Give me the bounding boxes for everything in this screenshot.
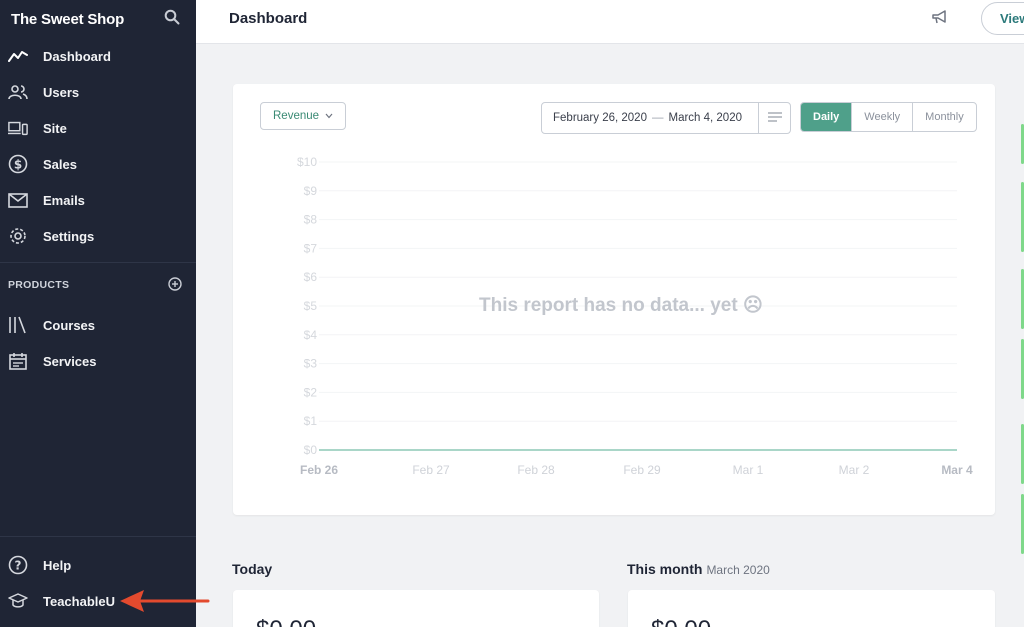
search-icon[interactable] bbox=[164, 9, 180, 30]
library-icon bbox=[8, 315, 28, 335]
period-weekly[interactable]: Weekly bbox=[851, 103, 912, 131]
period-monthly[interactable]: Monthly bbox=[912, 103, 976, 131]
filter-menu-button[interactable] bbox=[758, 103, 790, 133]
sidebar-item-label: Site bbox=[43, 120, 67, 136]
sidebar-item-label: Emails bbox=[43, 192, 85, 208]
trend-icon bbox=[8, 46, 28, 66]
y-tick-label: $2 bbox=[304, 385, 318, 399]
top-bar: Dashboard View bbox=[196, 0, 1024, 44]
y-tick-label: $9 bbox=[304, 184, 318, 198]
sidebar-item-site[interactable]: Site bbox=[0, 110, 196, 146]
sidebar-item-help[interactable]: ? Help bbox=[0, 547, 196, 583]
devices-icon bbox=[8, 118, 28, 138]
sidebar-item-label: Settings bbox=[43, 228, 95, 244]
sidebar-item-users[interactable]: Users bbox=[0, 74, 196, 110]
megaphone-icon[interactable] bbox=[932, 10, 948, 29]
help-icon: ? bbox=[8, 555, 28, 575]
brand-bar: The Sweet Shop bbox=[0, 0, 196, 38]
sidebar-item-label: Sales bbox=[43, 156, 77, 172]
filter-lines-icon bbox=[767, 111, 782, 125]
page-title: Dashboard bbox=[229, 10, 308, 27]
today-label-row: Today bbox=[232, 561, 272, 577]
date-start: February 26, 2020 bbox=[553, 112, 647, 124]
metric-dropdown[interactable]: Revenue bbox=[260, 102, 347, 130]
x-tick-label: Mar 1 bbox=[733, 463, 764, 477]
y-tick-label: $4 bbox=[304, 328, 318, 342]
graduation-cap-icon bbox=[8, 591, 28, 611]
y-tick-label: $5 bbox=[304, 299, 318, 313]
sidebar-item-sales[interactable]: $ Sales bbox=[0, 146, 196, 182]
sidebar-item-label: TeachableU bbox=[43, 593, 116, 609]
y-tick-label: $6 bbox=[304, 270, 318, 284]
y-tick-label: $10 bbox=[297, 155, 317, 169]
chevron-down-icon bbox=[325, 110, 333, 122]
y-tick-label: $3 bbox=[304, 357, 318, 371]
view-school-button[interactable]: View bbox=[981, 2, 1024, 35]
sidebar-item-services[interactable]: Services bbox=[0, 343, 196, 379]
sidebar: The Sweet Shop Dashboard Users Site $ Sa… bbox=[0, 0, 196, 627]
today-card: $0.00 bbox=[233, 590, 599, 627]
sidebar-item-courses[interactable]: Courses bbox=[0, 307, 196, 343]
metric-dropdown-value: Revenue bbox=[273, 110, 320, 122]
x-tick-label: Mar 4 bbox=[941, 463, 973, 477]
mail-icon bbox=[8, 190, 28, 210]
add-product-icon[interactable] bbox=[168, 276, 182, 294]
svg-text:$: $ bbox=[14, 158, 22, 172]
sidebar-item-label: Courses bbox=[43, 317, 96, 333]
x-tick-label: Feb 29 bbox=[623, 463, 661, 477]
y-tick-label: $1 bbox=[304, 414, 318, 428]
sidebar-item-label: Dashboard bbox=[43, 48, 111, 64]
date-end: March 4, 2020 bbox=[668, 112, 742, 124]
svg-text:?: ? bbox=[15, 559, 22, 573]
month-value: $0.00 bbox=[651, 616, 711, 627]
sidebar-item-label: Users bbox=[43, 84, 80, 100]
month-card: $0.00 bbox=[628, 590, 995, 627]
date-separator: — bbox=[651, 112, 664, 124]
empty-chart-message: This report has no data... yet ☹ bbox=[479, 295, 763, 316]
main-nav: Dashboard Users Site $ Sales Emails Sett… bbox=[0, 38, 196, 254]
sidebar-item-emails[interactable]: Emails bbox=[0, 182, 196, 218]
y-tick-label: $8 bbox=[304, 213, 318, 227]
today-value: $0.00 bbox=[256, 616, 316, 627]
date-range-text[interactable]: February 26, 2020 — March 4, 2020 bbox=[542, 112, 758, 124]
revenue-chart-card: $10 $9 $8 $7 $6 $5 $4 $3 $2 $1 $0 Feb 26 Feb 27 Feb 2… bbox=[233, 84, 995, 515]
sidebar-item-dashboard[interactable]: Dashboard bbox=[0, 38, 196, 74]
today-label: Today bbox=[232, 561, 273, 577]
gear-icon bbox=[8, 226, 28, 246]
sidebar-divider bbox=[0, 536, 196, 537]
calendar-icon bbox=[8, 351, 28, 371]
users-icon bbox=[8, 82, 28, 102]
products-section-header: PRODUCTS bbox=[0, 263, 196, 307]
x-tick-label: Mar 2 bbox=[839, 463, 870, 477]
products-nav: Courses Services bbox=[0, 307, 196, 379]
school-name[interactable]: The Sweet Shop bbox=[11, 11, 124, 28]
products-heading: PRODUCTS bbox=[8, 279, 70, 291]
x-tick-label: Feb 28 bbox=[517, 463, 555, 477]
y-tick-label: $7 bbox=[304, 241, 318, 255]
period-toggle: Daily Weekly Monthly bbox=[800, 102, 977, 132]
sidebar-item-label: Help bbox=[43, 557, 72, 573]
dollar-icon: $ bbox=[8, 154, 28, 174]
annotation-arrow bbox=[120, 590, 210, 612]
month-label: This month bbox=[627, 561, 703, 577]
sidebar-item-settings[interactable]: Settings bbox=[0, 218, 196, 254]
x-tick-label: Feb 27 bbox=[412, 463, 450, 477]
sidebar-item-label: Services bbox=[43, 353, 97, 369]
month-sublabel: March 2020 bbox=[706, 563, 770, 577]
x-tick-label: Feb 26 bbox=[300, 463, 338, 477]
period-daily[interactable]: Daily bbox=[801, 103, 852, 131]
month-label-row: This month March 2020 bbox=[627, 561, 770, 577]
y-tick-label: $0 bbox=[304, 443, 318, 457]
date-range-picker[interactable]: February 26, 2020 — March 4, 2020 bbox=[541, 102, 791, 134]
